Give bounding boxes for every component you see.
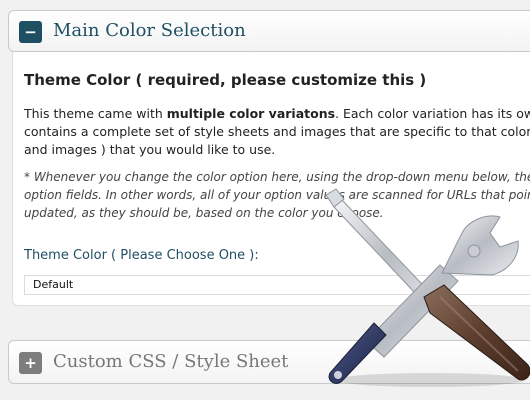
panel-title: Main Color Selection (53, 20, 246, 41)
section-title: Theme Color ( required, please customize… (24, 71, 427, 89)
collapse-toggle-button[interactable]: − (19, 21, 42, 43)
description-line-1: This theme came with multiple color vari… (24, 106, 530, 121)
main-color-selection-header[interactable]: − Main Color Selection (8, 10, 530, 52)
screwdriver-handle (423, 284, 530, 381)
description-emphasis: multiple color variatons (166, 106, 336, 121)
theme-color-label: Theme Color ( Please Choose One ): (24, 248, 259, 263)
panel-title: Custom CSS / Style Sheet (53, 351, 289, 372)
description-line-3: and images ) that you would like to use. (24, 142, 276, 157)
wrench-and-screwdriver-icon (325, 188, 530, 387)
description-line-2: contains a complete set of style sheets … (24, 124, 530, 139)
theme-description: This theme came with multiple color vari… (24, 105, 530, 159)
expand-toggle-button[interactable]: + (19, 352, 42, 374)
note-line-1: * Whenever you change the color option h… (24, 170, 530, 184)
